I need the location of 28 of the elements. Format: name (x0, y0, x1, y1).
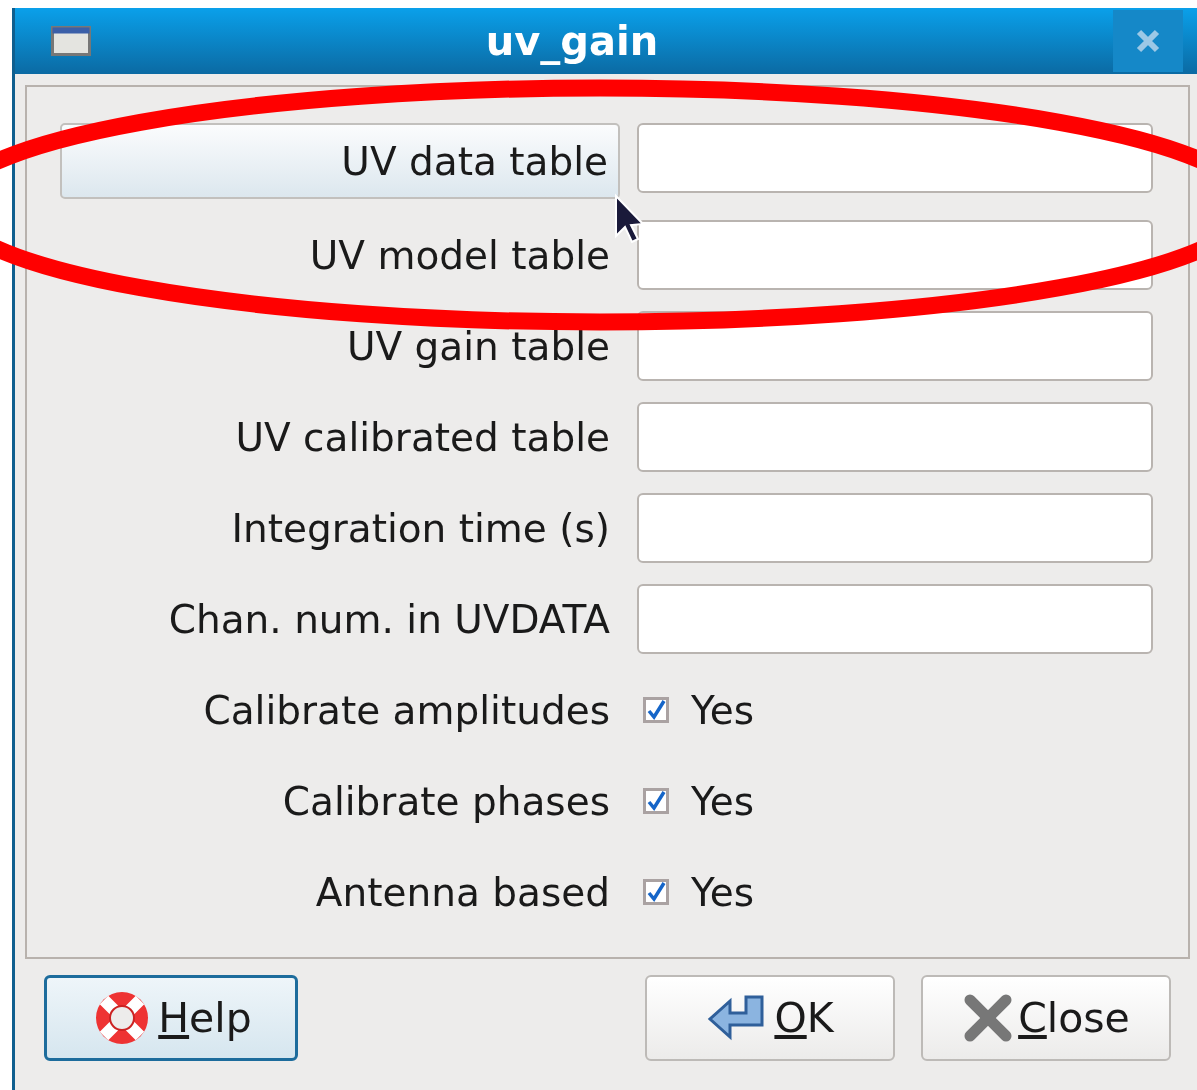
input-field[interactable] (637, 584, 1153, 654)
checkbox-option[interactable]: Yes (691, 687, 754, 733)
checkbox-label: Calibrate phases (281, 778, 611, 824)
checkbox[interactable] (643, 788, 669, 814)
close-icon (1135, 28, 1161, 54)
window-title: uv_gain (484, 18, 660, 64)
checkbox-option[interactable]: Yes (691, 869, 754, 915)
input-field[interactable] (637, 402, 1153, 472)
close-button[interactable] (1113, 10, 1183, 72)
field-label: Chan. num. in UVDATA (167, 596, 611, 642)
window-menu-icon (51, 26, 91, 56)
table-select-button[interactable]: UV data table (60, 123, 620, 199)
input-field[interactable] (637, 220, 1153, 290)
mouse-cursor-icon (615, 193, 646, 244)
checkbox-option[interactable]: Yes (691, 778, 754, 824)
field-label: UV model table (308, 232, 611, 278)
field-label: UV calibrated table (234, 414, 611, 460)
checkbox-label: Antenna based (314, 869, 611, 915)
input-field[interactable] (637, 493, 1153, 563)
checkbox[interactable] (643, 879, 669, 905)
input-field[interactable] (637, 123, 1153, 193)
field-label: UV gain table (346, 323, 611, 369)
checkbox[interactable] (643, 697, 669, 723)
ok-button[interactable]: OK (645, 975, 895, 1061)
close-button[interactable]: Close (921, 975, 1171, 1061)
checkbox-label: Calibrate amplitudes (202, 687, 611, 733)
field-label: Integration time (s) (230, 505, 611, 551)
help-button[interactable]: Help (44, 975, 298, 1061)
